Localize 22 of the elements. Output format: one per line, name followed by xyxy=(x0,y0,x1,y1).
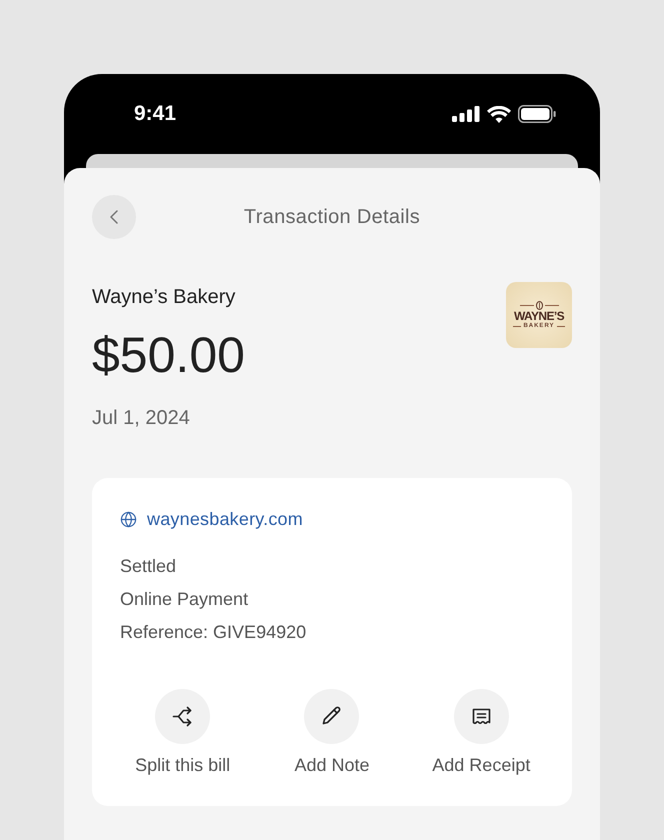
action-button[interactable]: Add Receipt xyxy=(406,689,556,777)
merchant-name: Wayne’s Bakery xyxy=(92,285,236,309)
detail-line: Reference: GIVE94920 xyxy=(120,621,306,644)
globe-icon xyxy=(120,510,137,528)
status-time: 9:41 xyxy=(134,102,176,126)
pencil-icon xyxy=(304,689,360,744)
signal-icon xyxy=(452,106,480,122)
date-text: Jul 1, 2024 xyxy=(92,406,191,430)
split-arrows-icon xyxy=(155,689,210,744)
receipt-icon xyxy=(454,689,509,744)
logo-wordmark: WAYNE’S xyxy=(514,310,564,322)
battery-icon xyxy=(518,105,556,123)
detail-line: Online Payment xyxy=(120,588,248,611)
action-button[interactable]: Split this bill xyxy=(108,689,258,777)
website-link[interactable]: waynesbakery.com xyxy=(120,507,303,531)
page-title: Transaction Details xyxy=(244,205,420,229)
action-button[interactable]: Add Note xyxy=(257,689,407,777)
emblem-icon xyxy=(536,300,542,310)
back-button[interactable] xyxy=(92,195,136,239)
amount-text: $50.00 xyxy=(92,327,245,383)
detail-line: Settled xyxy=(120,555,176,578)
wifi-icon xyxy=(487,106,511,122)
